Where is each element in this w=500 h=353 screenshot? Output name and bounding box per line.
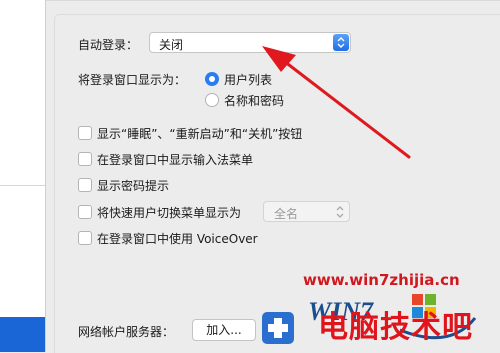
watermark-site-text: www.win7zhijia.cn <box>303 271 460 289</box>
add-account-icon[interactable] <box>262 312 294 344</box>
watermark-brand-text: 电脑技术吧 <box>318 310 473 345</box>
add-icon <box>268 318 288 338</box>
